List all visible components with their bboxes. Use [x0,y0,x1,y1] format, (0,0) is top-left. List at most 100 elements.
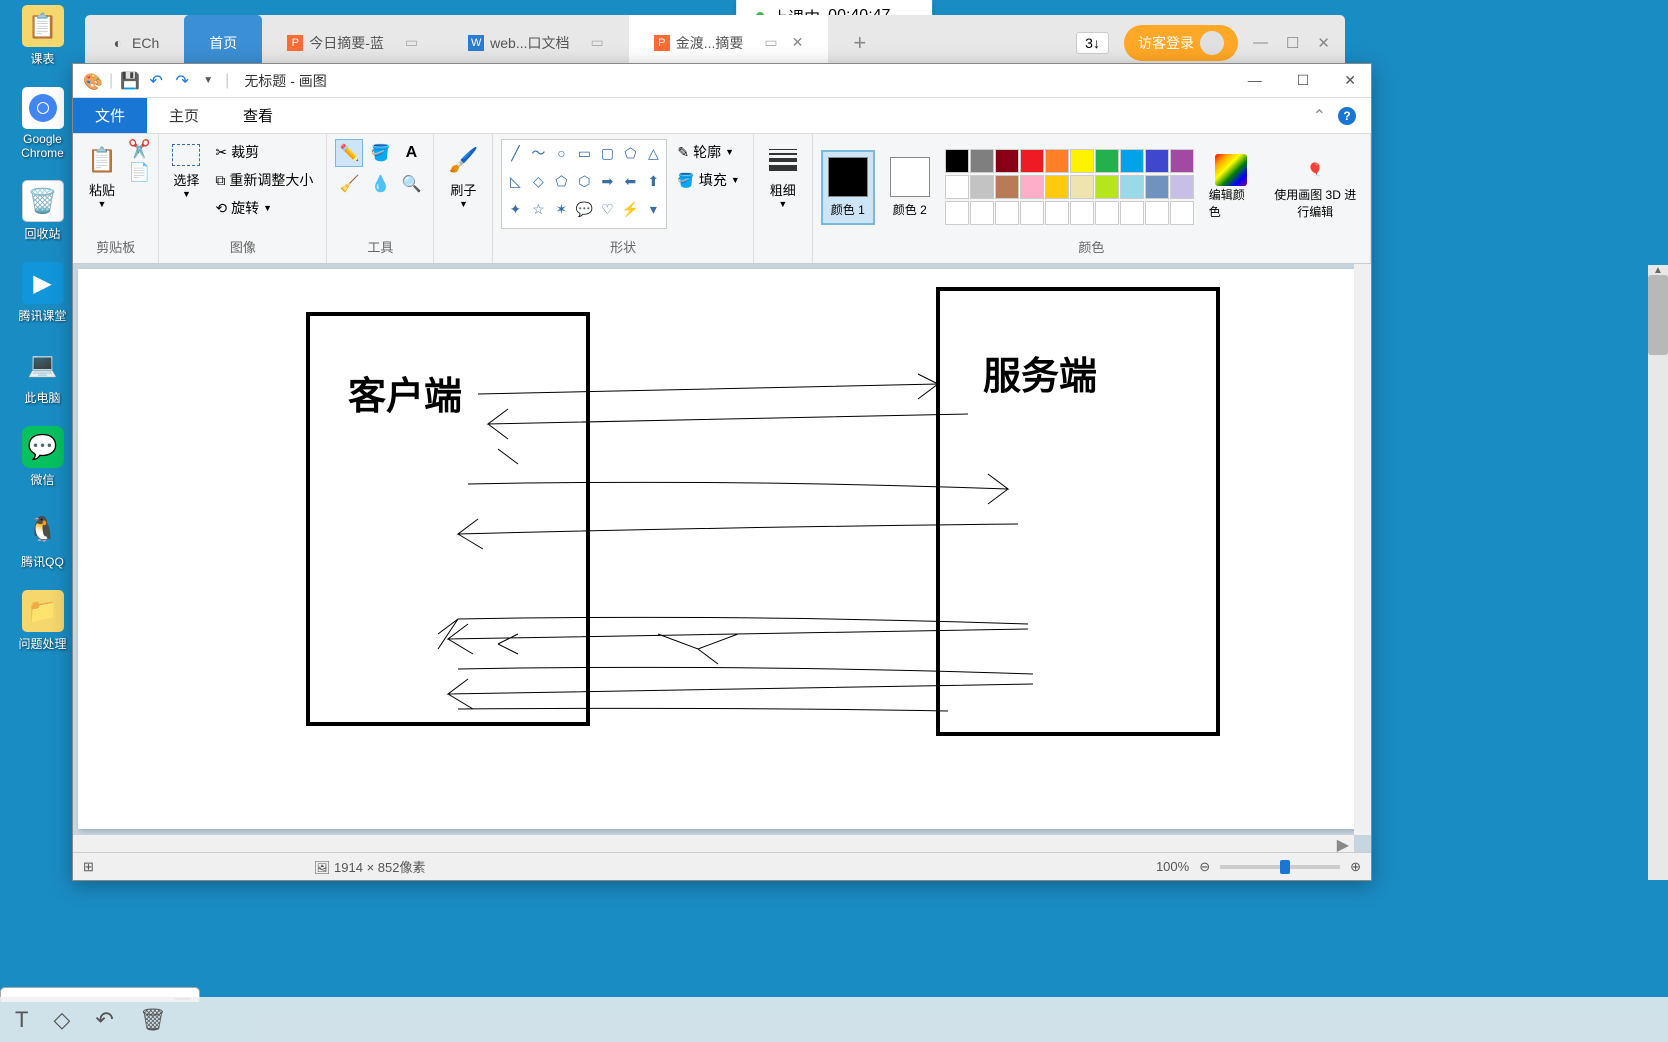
guest-login-button[interactable]: 访客登录 [1124,25,1238,61]
zoom-out-button[interactable]: ⊖ [1199,859,1210,875]
minimize-button[interactable]: — [1243,67,1267,94]
arrow-up-shape[interactable]: ⬆ [642,170,664,192]
color1-button[interactable]: 颜色 1 [821,150,875,225]
diamond-shape[interactable]: ◇ [527,170,549,192]
ribbon-tab-file[interactable]: 文件 [73,98,147,133]
browser-tab-jindu[interactable]: P 金渡...摘要 ▭ ✕ [629,15,829,70]
shapes-gallery[interactable]: ╱ 〜 ○ ▭ ▢ ⬠ △ ◺ ◇ ⬠ ⬡ ➡ ⬅ ⬆ ✦ ☆ ✶ [501,139,667,229]
callout-shape[interactable]: 💬 [573,199,595,221]
hexagon-shape[interactable]: ⬡ [573,170,595,192]
redo-button[interactable]: ↷ [173,72,191,90]
brushes-button[interactable]: 🖌️ 刷子 ▼ [442,139,484,214]
canvas[interactable]: 客户端 服务端 [78,269,1358,829]
color-swatch[interactable] [1020,149,1044,173]
color-swatch-empty[interactable] [1020,201,1044,225]
page-scrollbar[interactable]: ▲ [1648,265,1668,880]
color-swatch[interactable] [1120,175,1144,199]
help-icon[interactable]: ? [1338,107,1356,125]
close-button[interactable]: ✕ [1317,34,1330,52]
browser-badge[interactable]: 3↓ [1076,32,1109,54]
desktop-icon-this-pc[interactable]: 💻 此电脑 [10,344,75,406]
vertical-scrollbar[interactable] [1354,264,1371,835]
picker-tool[interactable]: 💧 [366,170,394,198]
close-button[interactable]: ✕ [1339,67,1361,94]
size-button[interactable]: 粗细 ▼ [762,139,804,214]
delete-button[interactable]: 🗑 [139,1007,167,1033]
rotate-button[interactable]: ⟲旋转 ▼ [210,195,318,221]
maximize-button[interactable]: ☐ [1286,34,1299,52]
color-swatch[interactable] [1095,175,1119,199]
color-swatch[interactable] [995,149,1019,173]
qat-dropdown[interactable]: ▼ [199,72,217,90]
color-swatch[interactable] [1170,175,1194,199]
color-swatch-empty[interactable] [1095,201,1119,225]
browser-tab-echarts[interactable]: ◐ ECh [85,15,184,70]
ribbon-tab-home[interactable]: 主页 [147,98,221,133]
color-swatch[interactable] [1020,175,1044,199]
color-swatch[interactable] [1070,175,1094,199]
arrow-right-shape[interactable]: ➡ [596,170,618,192]
color-swatch[interactable] [1095,149,1119,173]
color2-button[interactable]: 颜色 2 [885,152,935,223]
horizontal-scrollbar[interactable]: ▶ [73,835,1354,852]
text-tool[interactable]: A [397,139,425,167]
save-button[interactable]: 💾 [121,72,139,90]
browser-tab-web[interactable]: W web...口文档 ▭ [443,15,629,70]
resize-button[interactable]: ⧉重新调整大小 [210,167,318,193]
select-button[interactable]: 选择 ▼ [167,139,205,204]
oval-shape[interactable]: ○ [550,142,572,164]
color-swatch[interactable] [1070,149,1094,173]
pentagon-shape[interactable]: ⬠ [550,170,572,192]
magnifier-tool[interactable]: 🔍 [397,170,425,198]
right-triangle-shape[interactable]: ◺ [504,170,526,192]
lightning-shape[interactable]: ⚡ [619,199,641,221]
desktop-icon-tencent-class[interactable]: ▶ 腾讯课堂 [10,262,75,324]
zoom-in-button[interactable]: ⊕ [1350,859,1361,875]
ribbon-tab-view[interactable]: 查看 [221,98,295,133]
color-swatch-empty[interactable] [1145,201,1169,225]
desktop-icon-schedule[interactable]: 📋 课表 [10,5,75,67]
line-shape[interactable]: ╱ [504,142,526,164]
color-swatch[interactable] [1045,149,1069,173]
star4-shape[interactable]: ✦ [504,199,526,221]
undo-button[interactable]: ↶ [147,72,165,90]
rect-shape[interactable]: ▭ [573,142,595,164]
desktop-icon-recycle[interactable]: 🗑️ 回收站 [10,180,75,242]
color-swatch-empty[interactable] [995,201,1019,225]
cut-button[interactable]: ✂️ [128,139,150,160]
eraser-tool[interactable]: 🧹 [335,170,363,198]
color-swatch[interactable] [1045,175,1069,199]
browser-tab-home[interactable]: 首页 [184,15,262,70]
color-swatch[interactable] [1145,149,1169,173]
triangle-shape[interactable]: △ [642,142,664,164]
collapse-ribbon-button[interactable]: ⌃ [1313,106,1326,126]
eraser-tool-button[interactable]: ◇ [53,1007,70,1033]
color-swatch-empty[interactable] [970,201,994,225]
color-swatch[interactable] [1120,149,1144,173]
polygon-shape[interactable]: ⬠ [619,142,641,164]
desktop-icon-issue[interactable]: 📁 问题处理 [10,590,75,652]
fill-button[interactable]: 🪣填充 ▼ [672,167,744,193]
color-swatch[interactable] [945,149,969,173]
color-swatch[interactable] [1145,175,1169,199]
color-swatch-empty[interactable] [945,201,969,225]
desktop-icon-wechat[interactable]: 💬 微信 [10,426,75,488]
edit-colors-button[interactable]: 编辑颜色 [1204,149,1259,225]
minimize-button[interactable]: — [1253,34,1268,52]
outline-button[interactable]: ✎轮廓 ▼ [672,139,744,165]
maximize-button[interactable]: ☐ [1292,67,1315,94]
fill-tool[interactable]: 🪣 [366,139,394,167]
more-shapes[interactable]: ▾ [642,199,664,221]
undo-button[interactable]: ↶ [95,1007,113,1033]
paste-button[interactable]: 📋 粘贴 ▼ [81,139,123,214]
pencil-tool[interactable]: ✏️ [335,139,363,167]
color-swatch[interactable] [970,175,994,199]
color-swatch[interactable] [970,149,994,173]
paint3d-button[interactable]: 🎈 使用画图 3D 进行编辑 [1268,149,1362,225]
color-swatch-empty[interactable] [1070,201,1094,225]
color-swatch[interactable] [995,175,1019,199]
text-tool-button[interactable]: T [15,1007,28,1033]
star6-shape[interactable]: ✶ [550,199,572,221]
heart-shape[interactable]: ♡ [596,199,618,221]
color-swatch-empty[interactable] [1170,201,1194,225]
